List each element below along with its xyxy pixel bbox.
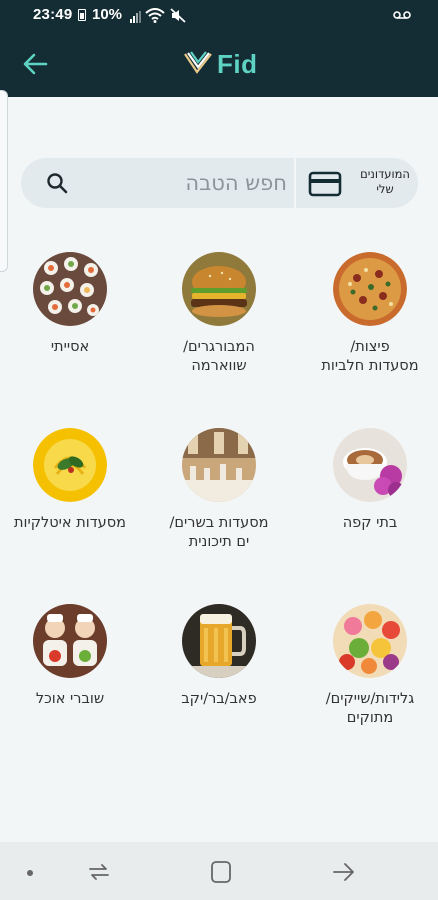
category-label: המבורגרים/ שווארמה — [144, 338, 294, 376]
beer-image — [182, 604, 256, 678]
category-label-line2: מתוקים — [346, 710, 394, 726]
battery-icon — [78, 9, 86, 21]
category-label: בתי קפה — [295, 514, 438, 533]
category-pub-bar[interactable]: פאב/בר/יקב — [144, 604, 294, 709]
search-bar: המועדונים שלי — [21, 158, 418, 208]
search-area — [21, 158, 294, 208]
category-label-line1: מסעדות בשרים/ — [169, 515, 269, 531]
category-italian[interactable]: מסעדות איטלקיות — [0, 428, 145, 533]
food-vouchers-image — [33, 604, 107, 678]
category-pizza[interactable]: פיצות/ מסעדות חלביות — [295, 252, 438, 376]
back-arrow-icon[interactable] — [20, 50, 50, 78]
category-ice-cream[interactable]: גלידות/שייקים/ מתוקים — [295, 604, 438, 728]
category-label-line1: בתי קפה — [342, 515, 398, 531]
fid-logo-icon — [184, 51, 212, 74]
category-label: מסעדות איטלקיות — [0, 514, 145, 533]
restaurant-image — [182, 428, 256, 502]
category-meat-restaurants[interactable]: מסעדות בשרים/ ים תיכונית — [144, 428, 294, 552]
category-label-line1: גלידות/שייקים/ — [325, 691, 415, 707]
category-burgers[interactable]: המבורגרים/ שווארמה — [144, 252, 294, 376]
category-label: מסעדות בשרים/ ים תיכונית — [144, 514, 294, 552]
category-asian[interactable]: אסייתי — [0, 252, 145, 357]
sushi-image — [33, 252, 107, 326]
pizza-image — [333, 252, 407, 326]
pasta-image — [33, 428, 107, 502]
coffee-image — [333, 428, 407, 502]
app-header: Fid — [0, 30, 438, 97]
category-label-line2: מסעדות חלביות — [321, 358, 419, 374]
status-bar: 23:49 10% — [0, 0, 438, 30]
my-clubs-line1: המועדונים — [360, 167, 410, 181]
my-clubs-label: המועדונים שלי — [354, 167, 416, 197]
search-input[interactable] — [83, 166, 287, 200]
category-label-line1: פאב/בר/יקב — [181, 691, 257, 707]
app-logo: Fid — [183, 48, 258, 80]
category-food-vouchers[interactable]: שוברי אוכל — [0, 604, 145, 709]
wifi-icon — [145, 8, 165, 23]
battery-percent: 10% — [92, 6, 123, 23]
burger-image — [182, 252, 256, 326]
category-label-line1: המבורגרים/ — [183, 339, 255, 355]
home-icon[interactable] — [210, 860, 232, 884]
side-drawer-handle[interactable] — [0, 90, 8, 272]
category-label: פאב/בר/יקב — [144, 690, 294, 709]
credit-card-icon — [308, 171, 342, 197]
dot-icon — [27, 870, 33, 876]
category-label: פיצות/ מסעדות חלביות — [295, 338, 438, 376]
category-coffee[interactable]: בתי קפה — [295, 428, 438, 533]
category-label: שוברי אוכל — [0, 690, 145, 709]
voicemail-icon — [393, 11, 411, 19]
status-time: 23:49 — [33, 6, 73, 23]
category-label-line1: מסעדות איטלקיות — [14, 515, 126, 531]
category-label-line1: פיצות/ — [350, 339, 390, 355]
category-label: אסייתי — [0, 338, 145, 357]
my-clubs-line2: שלי — [376, 182, 394, 196]
back-nav-icon[interactable] — [332, 862, 356, 882]
signal-icon — [130, 11, 141, 23]
search-icon[interactable] — [45, 171, 69, 195]
my-clubs-button[interactable]: המועדונים שלי — [296, 158, 418, 208]
system-nav-bar — [0, 842, 438, 900]
category-label-line1: שוברי אוכל — [35, 691, 105, 707]
mute-icon — [170, 8, 186, 23]
recent-apps-icon[interactable] — [88, 862, 110, 882]
category-label-line1: אסייתי — [50, 339, 90, 355]
logo-text: Fid — [217, 48, 258, 79]
ice-cream-image — [333, 604, 407, 678]
category-label-line2: שווארמה — [191, 358, 247, 374]
category-label-line2: ים תיכונית — [188, 534, 250, 550]
category-label: גלידות/שייקים/ מתוקים — [295, 690, 438, 728]
